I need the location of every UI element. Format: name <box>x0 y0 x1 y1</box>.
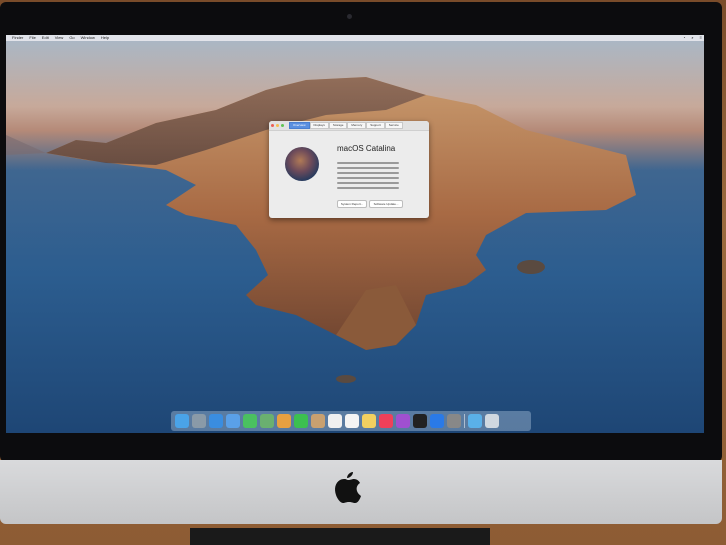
apple-logo-icon <box>335 472 361 503</box>
menu-go[interactable]: Go <box>69 35 74 41</box>
notes-icon[interactable] <box>362 414 376 428</box>
menu-extras: ◔ ⌕ ≡ <box>679 35 704 41</box>
catalina-wallpaper <box>6 77 636 383</box>
menu-window[interactable]: Window <box>81 35 95 41</box>
software-update-button[interactable]: Software Update... <box>369 200 403 208</box>
menu-finder[interactable]: Finder <box>12 35 23 41</box>
downloads-folder-icon[interactable] <box>468 414 482 428</box>
safari-icon[interactable] <box>209 414 223 428</box>
reminders-icon[interactable] <box>345 414 359 428</box>
tab-service[interactable]: Service <box>384 122 403 129</box>
tab-storage[interactable]: Storage <box>328 122 348 129</box>
window-titlebar: Overview Displays Storage Memory Support… <box>269 121 429 131</box>
search-icon[interactable]: ⌕ <box>691 35 693 41</box>
spec-line <box>337 167 399 169</box>
menu-file[interactable]: File <box>29 35 35 41</box>
spec-line <box>337 162 399 164</box>
menu-help[interactable]: Help <box>101 35 109 41</box>
tab-support[interactable]: Support <box>366 122 385 129</box>
zoom-button[interactable] <box>281 124 284 127</box>
system-report-button[interactable]: System Report... <box>337 200 367 208</box>
spec-line <box>337 187 399 189</box>
contacts-icon[interactable] <box>311 414 325 428</box>
about-this-mac-window: Overview Displays Storage Memory Support… <box>269 121 429 218</box>
spec-line <box>337 177 399 179</box>
app-store-icon[interactable] <box>430 414 444 428</box>
spec-list <box>337 162 399 192</box>
finder-icon[interactable] <box>175 414 189 428</box>
minimize-button[interactable] <box>276 124 279 127</box>
launchpad-icon[interactable] <box>192 414 206 428</box>
calendar-icon[interactable] <box>328 414 342 428</box>
mail-icon[interactable] <box>226 414 240 428</box>
dock-separator <box>464 414 465 428</box>
facetime-icon[interactable] <box>294 414 308 428</box>
camera-icon <box>347 14 352 19</box>
keyboard <box>190 528 490 545</box>
tab-memory[interactable]: Memory <box>347 122 367 129</box>
music-icon[interactable] <box>379 414 393 428</box>
tab-displays[interactable]: Displays <box>309 122 329 129</box>
spec-line <box>337 172 399 174</box>
imac-bezel: Finder File Edit View Go Window Help ◔ ⌕… <box>0 2 722 462</box>
photos-icon[interactable] <box>277 414 291 428</box>
menu-view[interactable]: View <box>55 35 64 41</box>
menu-bar: Finder File Edit View Go Window Help ◔ ⌕… <box>6 35 704 41</box>
menu-edit[interactable]: Edit <box>42 35 49 41</box>
desktop-screen: Finder File Edit View Go Window Help ◔ ⌕… <box>6 35 704 433</box>
maps-icon[interactable] <box>260 414 274 428</box>
close-button[interactable] <box>271 124 274 127</box>
wifi-icon[interactable]: ◔ <box>683 35 685 41</box>
system-preferences-icon[interactable] <box>447 414 461 428</box>
tv-icon[interactable] <box>413 414 427 428</box>
spec-line <box>337 182 399 184</box>
trash-icon[interactable] <box>485 414 499 428</box>
control-icon[interactable]: ≡ <box>700 35 702 41</box>
os-title: macOS Catalina <box>337 144 396 153</box>
podcasts-icon[interactable] <box>396 414 410 428</box>
messages-icon[interactable] <box>243 414 257 428</box>
dock <box>171 411 531 431</box>
tab-overview[interactable]: Overview <box>289 122 310 129</box>
catalina-logo-icon <box>285 147 319 181</box>
about-tabs: Overview Displays Storage Memory Support… <box>289 122 403 129</box>
